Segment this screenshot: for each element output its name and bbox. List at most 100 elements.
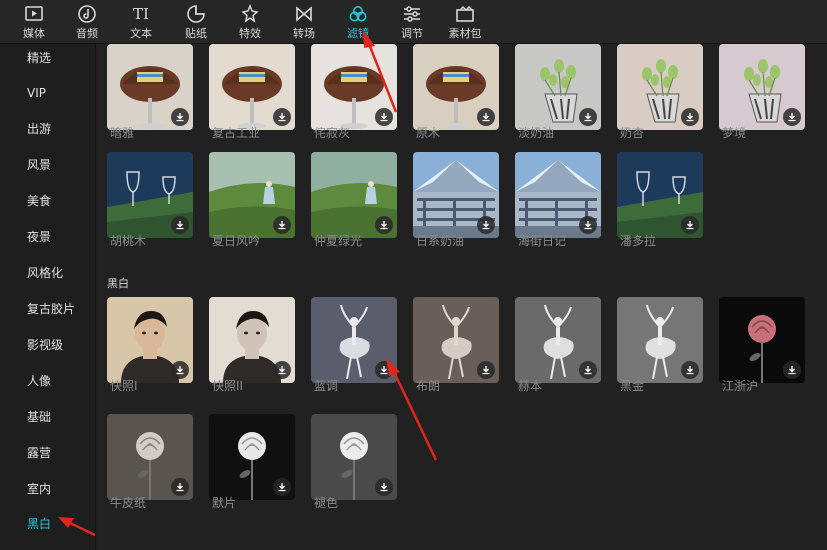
download-icon[interactable] xyxy=(477,216,495,234)
sidebar-item[interactable]: 美食 xyxy=(27,193,51,209)
sidebar-item[interactable]: 复古胶片 xyxy=(27,301,75,317)
filter-name: 奶杏 xyxy=(620,126,645,140)
filter-name: 牛皮纸 xyxy=(110,496,147,510)
download-icon[interactable] xyxy=(783,361,801,379)
filter-thumbnail[interactable] xyxy=(209,152,295,238)
tab-effects[interactable]: 特效 xyxy=(226,3,274,43)
tab-label: 音频 xyxy=(76,27,98,40)
filter-name: 江浙沪 xyxy=(722,379,759,393)
filter-thumbnail[interactable] xyxy=(107,297,193,383)
download-icon[interactable] xyxy=(681,108,699,126)
download-icon[interactable] xyxy=(375,216,393,234)
sidebar-item[interactable]: 人像 xyxy=(27,373,51,389)
download-icon[interactable] xyxy=(375,478,393,496)
download-icon[interactable] xyxy=(579,361,597,379)
tab-adjust[interactable]: 调节 xyxy=(388,3,436,43)
filter-name: 夏日风吟 xyxy=(212,234,261,248)
tab-package[interactable]: 素材包 xyxy=(441,3,489,43)
download-icon[interactable] xyxy=(273,216,291,234)
tab-label: 特效 xyxy=(239,27,261,40)
audio-icon xyxy=(76,3,98,25)
filter-thumbnail[interactable] xyxy=(209,297,295,383)
tab-sticker[interactable]: 贴纸 xyxy=(172,3,220,43)
filter-thumbnail[interactable] xyxy=(107,44,193,130)
filter-thumbnail[interactable] xyxy=(107,414,193,500)
section-title-bw: 黑白 xyxy=(107,277,129,290)
tab-label: 贴纸 xyxy=(185,27,207,40)
filter-thumbnail[interactable] xyxy=(413,44,499,130)
media-icon xyxy=(23,3,45,25)
filter-thumbnail[interactable] xyxy=(413,152,499,238)
filter-thumbnail[interactable] xyxy=(107,152,193,238)
tab-text[interactable]: TI 文本 xyxy=(117,3,165,43)
sidebar-item[interactable]: VIP xyxy=(27,85,46,101)
tab-label: 媒体 xyxy=(23,27,45,40)
tab-label: 调节 xyxy=(401,27,423,40)
filter-thumbnail[interactable] xyxy=(209,44,295,130)
sidebar-item[interactable]: 基础 xyxy=(27,409,51,425)
filter-name: 黑金 xyxy=(620,379,645,393)
filter-name: 胡桃木 xyxy=(110,234,147,248)
download-icon[interactable] xyxy=(171,361,189,379)
download-icon[interactable] xyxy=(375,361,393,379)
sidebar-item[interactable]: 出游 xyxy=(27,121,51,137)
filter-thumbnail[interactable] xyxy=(719,44,805,130)
filter-thumbnail[interactable] xyxy=(617,297,703,383)
sidebar-item[interactable]: 夜景 xyxy=(27,229,51,245)
download-icon[interactable] xyxy=(579,216,597,234)
download-icon[interactable] xyxy=(273,478,291,496)
filter-name: 快照II xyxy=(212,379,244,393)
filter-thumbnail[interactable] xyxy=(617,44,703,130)
filter-name: 海街日记 xyxy=(518,234,567,248)
filter-thumbnail[interactable] xyxy=(617,152,703,238)
filter-name: 赫本 xyxy=(518,379,543,393)
filter-icon xyxy=(347,3,369,25)
filter-thumbnail[interactable] xyxy=(413,297,499,383)
tab-audio[interactable]: 音频 xyxy=(63,3,111,43)
filter-thumbnail[interactable] xyxy=(311,414,397,500)
download-icon[interactable] xyxy=(273,361,291,379)
tab-filter[interactable]: 滤镜 xyxy=(334,3,382,43)
sidebar-item[interactable]: 室内 xyxy=(27,481,51,497)
filter-thumbnail[interactable] xyxy=(515,44,601,130)
filter-name: 原木 xyxy=(416,126,441,140)
download-icon[interactable] xyxy=(171,216,189,234)
filter-thumbnail[interactable] xyxy=(209,414,295,500)
filter-thumbnail[interactable] xyxy=(311,152,397,238)
filter-name: 潘多拉 xyxy=(620,234,657,248)
filter-thumbnail[interactable] xyxy=(515,297,601,383)
download-icon[interactable] xyxy=(171,478,189,496)
download-icon[interactable] xyxy=(579,108,597,126)
download-icon[interactable] xyxy=(477,108,495,126)
filter-thumbnail[interactable] xyxy=(311,44,397,130)
sidebar-item[interactable]: 风格化 xyxy=(27,265,63,281)
sidebar-item[interactable]: 露营 xyxy=(27,445,51,461)
svg-text:TI: TI xyxy=(133,5,149,23)
tab-label: 素材包 xyxy=(448,27,482,40)
sidebar-item[interactable]: 风景 xyxy=(27,157,51,173)
filter-thumbnail[interactable] xyxy=(311,297,397,383)
adjust-icon xyxy=(401,3,423,25)
filter-name: 日系奶油 xyxy=(416,234,465,248)
filter-thumbnail[interactable] xyxy=(719,297,805,383)
filter-thumbnail[interactable] xyxy=(515,152,601,238)
filter-name: 快照I xyxy=(110,379,138,393)
tab-transition[interactable]: 转场 xyxy=(280,3,328,43)
download-icon[interactable] xyxy=(273,108,291,126)
sidebar-item[interactable]: 精选 xyxy=(27,50,51,66)
download-icon[interactable] xyxy=(681,361,699,379)
filter-name: 褪色 xyxy=(314,496,339,510)
download-icon[interactable] xyxy=(681,216,699,234)
download-icon[interactable] xyxy=(171,108,189,126)
download-icon[interactable] xyxy=(477,361,495,379)
tab-media[interactable]: 媒体 xyxy=(10,3,58,43)
tab-label: 转场 xyxy=(293,27,315,40)
download-icon[interactable] xyxy=(783,108,801,126)
sidebar-item[interactable]: 黑白 xyxy=(27,516,51,532)
download-icon[interactable] xyxy=(375,108,393,126)
filter-name: 仲夏绿光 xyxy=(314,234,363,248)
category-sidebar: 精选 VIP 出游风景美食夜景风格化复古胶片影视级人像基础露营室内黑白 xyxy=(0,44,96,550)
tab-label: 文本 xyxy=(130,27,152,40)
sidebar-item[interactable]: 影视级 xyxy=(27,337,63,353)
text-icon: TI xyxy=(130,3,152,25)
